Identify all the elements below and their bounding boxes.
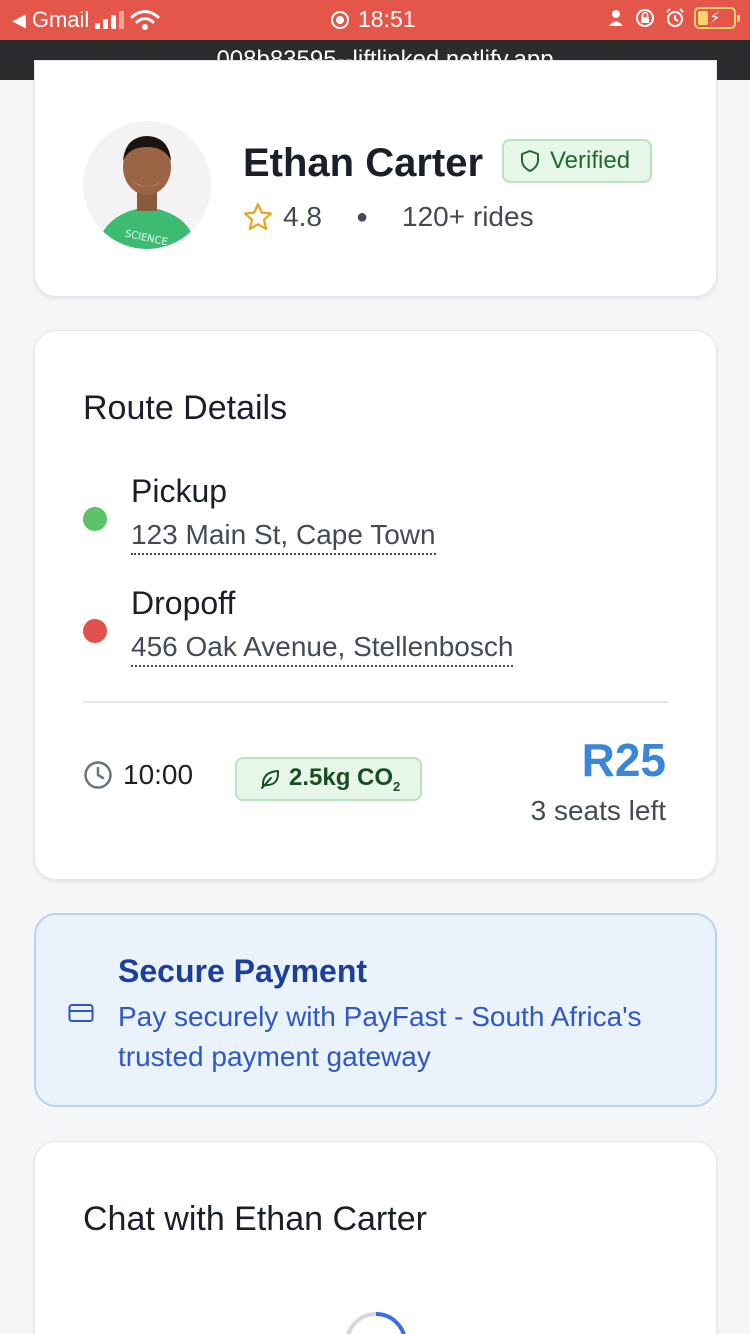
- star-icon: [243, 202, 273, 231]
- payment-title: Secure Payment: [118, 953, 368, 989]
- route-divider: [83, 701, 668, 703]
- pickup-label: Pickup: [131, 473, 228, 509]
- credit-card-icon: [68, 1004, 94, 1022]
- chat-title: Chat with Ethan Carter: [83, 1200, 427, 1238]
- rating-value: 4.8: [283, 201, 322, 232]
- wifi-icon: [130, 10, 160, 30]
- rotation-lock-icon: [636, 9, 654, 27]
- back-arrow-icon[interactable]: ◀: [12, 10, 26, 31]
- chat-card: Chat with Ethan Carter: [34, 1141, 717, 1334]
- clock-time: 18:51: [358, 6, 416, 32]
- route-details-title: Route Details: [83, 389, 288, 427]
- pickup-pin-icon: [83, 507, 107, 531]
- secure-payment-card: Secure Payment Pay securely with PayFast…: [34, 913, 717, 1107]
- leaf-icon: [261, 770, 280, 789]
- rating-row: 4.8 ● 120+ rides: [243, 201, 534, 233]
- dropoff-address[interactable]: 456 Oak Avenue, Stellenbosch: [131, 631, 514, 667]
- verified-label: Verified: [550, 147, 631, 174]
- rides-count: 120+ rides: [402, 201, 534, 232]
- driver-profile-card: SCIENCE Ethan Carter Verified 4.8 ● 120+…: [34, 60, 717, 297]
- shield-icon: [521, 150, 539, 172]
- alarm-icon: [666, 8, 684, 27]
- status-right: ⚡: [606, 7, 740, 29]
- verified-badge: Verified: [502, 139, 653, 183]
- seats-left: 3 seats left: [530, 795, 666, 826]
- battery-icon: ⚡: [694, 7, 740, 29]
- status-left: ◀ Gmail: [12, 7, 160, 33]
- cellular-signal-icon: [95, 11, 125, 29]
- driver-avatar: SCIENCE: [83, 121, 211, 249]
- driver-photo: SCIENCE: [83, 121, 211, 249]
- ride-price: R25: [581, 734, 666, 786]
- pickup-address[interactable]: 123 Main St, Cape Town: [131, 519, 436, 555]
- dropoff-label: Dropoff: [131, 585, 236, 621]
- clock-icon: [84, 761, 112, 789]
- co2-badge: 2.5kg CO2: [235, 757, 423, 801]
- route-details-card: Route Details Pickup 123 Main St, Cape T…: [34, 330, 717, 880]
- driver-name: Ethan Carter: [243, 141, 484, 185]
- back-app-label[interactable]: Gmail: [32, 7, 89, 33]
- payment-description: Pay securely with PayFast - South Africa…: [118, 1001, 642, 1072]
- departure-time: 10:00: [83, 759, 193, 791]
- record-icon: [331, 10, 349, 29]
- co2-value: 2.5kg CO2: [289, 764, 401, 794]
- status-bar: ◀ Gmail 18:51 ⚡: [0, 0, 750, 40]
- loading-spinner-icon: [346, 1312, 406, 1334]
- separator-dot: ●: [355, 205, 369, 228]
- dropoff-pin-icon: [83, 619, 107, 643]
- time-value: 10:00: [123, 759, 194, 790]
- status-center: 18:51: [330, 6, 416, 33]
- person-icon: [609, 10, 623, 26]
